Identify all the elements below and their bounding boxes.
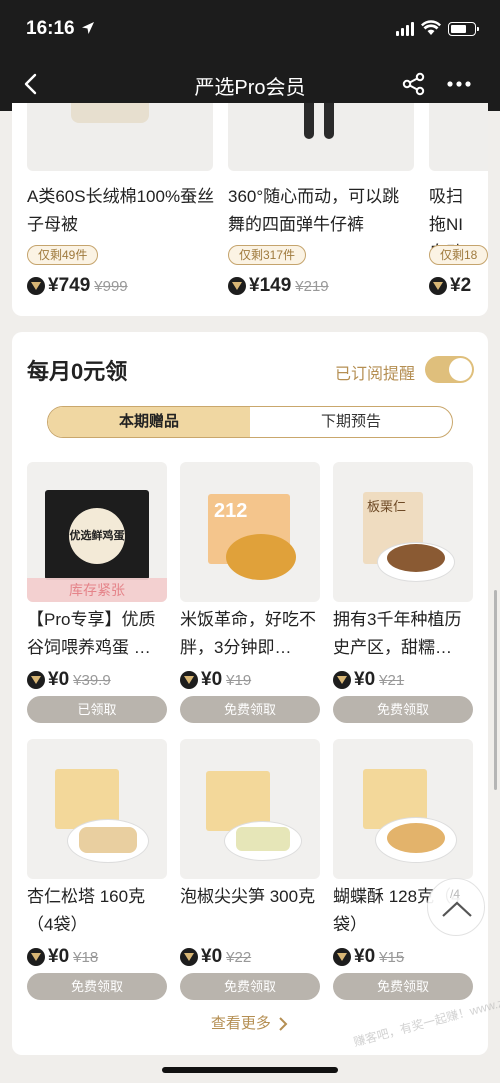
more-icon[interactable]: [446, 71, 472, 97]
pro-badge-icon: [27, 671, 45, 689]
gift-image: [180, 739, 320, 879]
egg-box-label: 优选鲜鸡蛋: [69, 508, 125, 564]
gift-name: 杏仁松塔 160克（4袋）: [27, 887, 146, 934]
product-image: [27, 103, 213, 171]
pro-badge-icon: [429, 277, 447, 295]
original-price: ¥19: [226, 671, 252, 689]
see-more-label: 查看更多: [210, 1015, 271, 1032]
product-card[interactable]: A类60S长绒棉100%蚕丝子母被 仅剩49件 ¥749 ¥999: [27, 103, 215, 316]
pro-badge-icon: [180, 671, 198, 689]
pro-badge-icon: [228, 277, 246, 295]
gift-item[interactable]: 泡椒尖尖笋 300克 ¥0 ¥22 免费领取: [180, 739, 320, 1001]
scrollbar[interactable]: [494, 590, 497, 790]
battery-icon: [448, 22, 479, 36]
price-row: ¥0 ¥18: [27, 946, 98, 970]
product-image: [228, 103, 414, 171]
product-card[interactable]: 吸扫拖NI自动 仅剩18 ¥2: [429, 103, 488, 316]
signal-icon: [396, 22, 414, 36]
price: ¥0: [354, 669, 376, 690]
subscribe-toggle[interactable]: [425, 356, 474, 383]
original-price: ¥15: [379, 948, 405, 966]
stock-tag: 仅剩317件: [228, 245, 307, 265]
pro-badge-icon: [333, 671, 351, 689]
price: ¥0: [201, 669, 223, 690]
price-row: ¥0 ¥15: [333, 946, 404, 970]
price-row: ¥0 ¥21: [333, 669, 404, 693]
tab-bar: 本期赠品 下期预告: [47, 406, 453, 438]
product-card[interactable]: 360°随心而动，可以跳舞的四面弹牛仔裤 仅剩317件 ¥149 ¥219: [228, 103, 416, 316]
stock-tag: 仅剩18: [429, 245, 488, 265]
product-image: [429, 103, 488, 171]
original-price: ¥18: [73, 948, 99, 966]
price: ¥149: [249, 275, 292, 296]
price-row: ¥749 ¥999: [27, 275, 128, 301]
location-arrow-icon: [82, 22, 94, 34]
claimed-button[interactable]: 已领取: [27, 696, 167, 723]
original-price: ¥21: [379, 671, 405, 689]
price: ¥2: [450, 275, 472, 296]
gift-item[interactable]: 杏仁松塔 160克（4袋） ¥0 ¥18 免费领取: [27, 739, 167, 1001]
pro-badge-icon: [180, 948, 198, 966]
original-price: ¥39.9: [73, 671, 111, 689]
price-row: ¥149 ¥219: [228, 275, 329, 301]
price: ¥0: [48, 946, 70, 967]
tab-current[interactable]: 本期赠品: [48, 407, 250, 437]
gift-item[interactable]: 212 米饭革命，好吃不胖，3分钟即… ¥0 ¥19 免费领取: [180, 462, 320, 724]
price-row: ¥2: [429, 275, 471, 301]
section-title: 每月0元领: [27, 359, 128, 384]
original-price: ¥219: [295, 277, 329, 295]
share-icon[interactable]: [401, 71, 427, 97]
price-row: ¥0 ¥19: [180, 669, 251, 693]
gift-image: [333, 739, 473, 879]
price: ¥0: [201, 946, 223, 967]
low-stock-badge: 库存紧张: [27, 578, 167, 602]
original-price: ¥999: [94, 277, 128, 295]
claim-button[interactable]: 免费领取: [27, 973, 167, 1000]
original-price: ¥22: [226, 948, 252, 966]
tab-next[interactable]: 下期预告: [250, 407, 452, 437]
gift-image: [27, 739, 167, 879]
product-name: A类60S长绒棉100%蚕丝子母被: [27, 187, 215, 234]
price-row: ¥0 ¥22: [180, 946, 251, 970]
gift-image: 板栗仁: [333, 462, 473, 602]
price-row: ¥0 ¥39.9: [27, 669, 111, 693]
gift-name: 【Pro专享】优质谷饲喂养鸡蛋 …: [27, 610, 156, 657]
claim-button[interactable]: 免费领取: [333, 973, 473, 1000]
gift-image: 优选鲜鸡蛋 库存紧张: [27, 462, 167, 602]
price: ¥0: [354, 946, 376, 967]
product-name: 360°随心而动，可以跳舞的四面弹牛仔裤: [228, 187, 400, 234]
wifi-icon: [421, 20, 441, 35]
chevron-up-icon: [442, 901, 472, 917]
pro-badge-icon: [27, 277, 45, 295]
chevron-right-icon: [279, 1017, 288, 1031]
scroll-to-top-button[interactable]: /4: [427, 878, 485, 936]
gift-item[interactable]: 蝴蝶酥 128克（4袋） ¥0 ¥15 免费领取: [333, 739, 473, 1001]
status-bar: 16:16: [0, 14, 500, 46]
price: ¥749: [48, 275, 91, 296]
monthly-free-card: 每月0元领 已订阅提醒 本期赠品 下期预告 优选鲜鸡蛋 库存紧张 【Pro专享】…: [12, 332, 488, 1055]
gift-name: 拥有3千年种植历史产区，甜糯…: [333, 610, 462, 657]
stock-tag: 仅剩49件: [27, 245, 99, 265]
subscribe-label: 已订阅提醒: [335, 366, 416, 383]
home-indicator: [162, 1067, 338, 1073]
claim-button[interactable]: 免费领取: [333, 696, 473, 723]
price: ¥0: [48, 669, 70, 690]
claim-button[interactable]: 免费领取: [180, 696, 320, 723]
pro-badge-icon: [27, 948, 45, 966]
gift-name: 米饭革命，好吃不胖，3分钟即…: [180, 610, 316, 657]
top-bar: 16:16 严选Pro会员: [0, 0, 500, 111]
gift-name: 泡椒尖尖笋 300克: [180, 887, 316, 906]
pro-products-card: A类60S长绒棉100%蚕丝子母被 仅剩49件 ¥749 ¥999 360°随心而…: [12, 103, 488, 316]
gift-item[interactable]: 板栗仁 拥有3千年种植历史产区，甜糯… ¥0 ¥21 免费领取: [333, 462, 473, 724]
pro-badge-icon: [333, 948, 351, 966]
gift-item[interactable]: 优选鲜鸡蛋 库存紧张 【Pro专享】优质谷饲喂养鸡蛋 … ¥0 ¥39.9 已领取: [27, 462, 167, 724]
claim-button[interactable]: 免费领取: [180, 973, 320, 1000]
gift-image: 212: [180, 462, 320, 602]
status-time: 16:16: [26, 18, 75, 39]
